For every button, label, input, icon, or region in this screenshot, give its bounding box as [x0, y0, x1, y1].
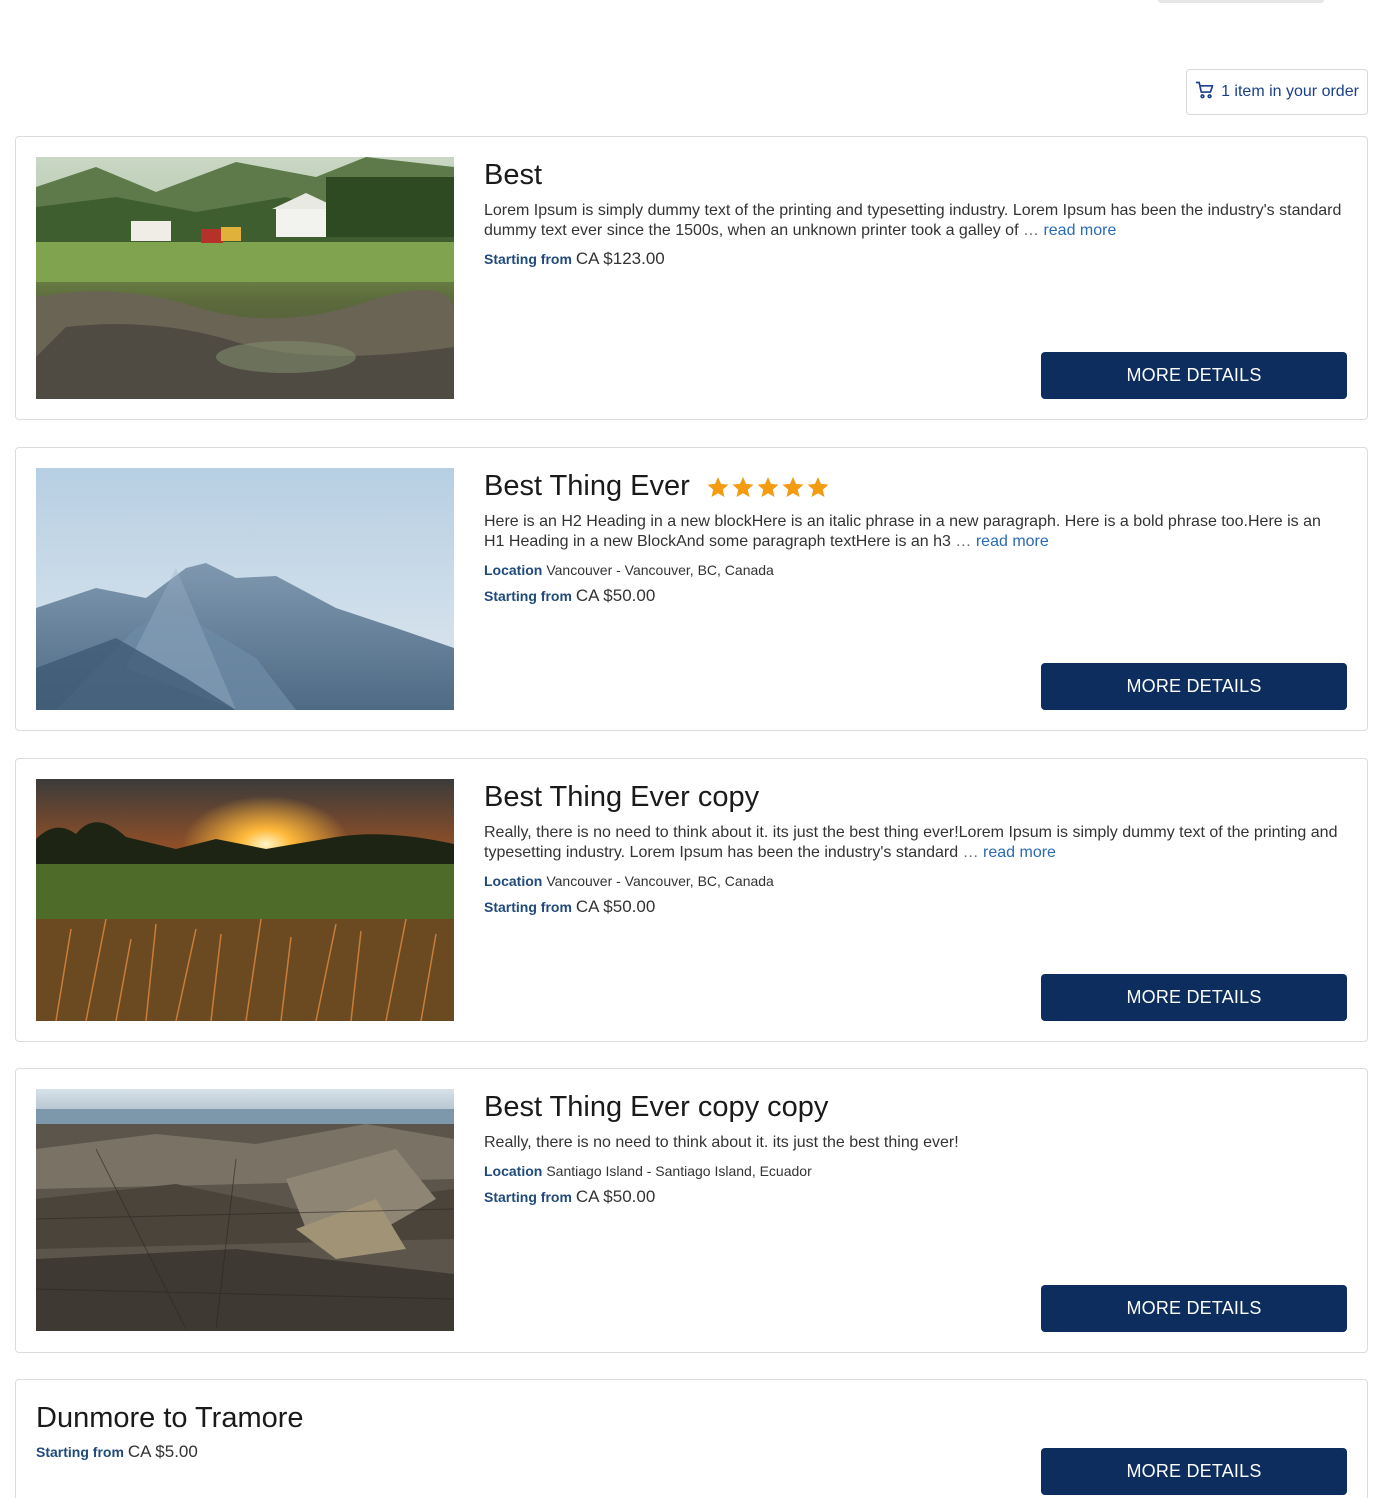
product-card: Best Thing Ever copy Really, there is no… — [15, 758, 1368, 1042]
top-strip — [1158, 0, 1324, 3]
price-row: Starting from CA $123.00 — [484, 249, 665, 268]
misty-mountain-image[interactable] — [36, 468, 454, 710]
price-row: Starting from CA $50.00 — [484, 897, 656, 916]
card-content: Best Thing Ever copy Really, there is no… — [484, 779, 1347, 917]
location-row: Location Santiago Island - Santiago Islan… — [484, 1163, 812, 1179]
product-location: Vancouver - Vancouver, BC, Canada — [546, 873, 774, 889]
cart-icon — [1195, 80, 1215, 105]
product-title[interactable]: Best — [484, 157, 1347, 193]
cart-button[interactable]: 1 item in your order — [1186, 69, 1368, 115]
product-description: Lorem Ipsum is simply dummy text of the … — [484, 202, 1342, 239]
star-icon — [807, 477, 829, 497]
card-content: Best Lorem Ipsum is simply dummy text of… — [484, 157, 1347, 269]
cart-label: 1 item in your order — [1221, 83, 1359, 100]
product-price: CA $5.00 — [127, 1442, 198, 1461]
product-description: Really, there is no need to think about … — [484, 824, 1338, 861]
product-price: CA $50.00 — [575, 897, 656, 916]
more-details-button[interactable]: MORE DETAILS — [1041, 1285, 1347, 1332]
product-title[interactable]: Dunmore to Tramore — [36, 1400, 1347, 1436]
price-row: Starting from CA $50.00 — [484, 586, 656, 605]
rating-stars — [706, 475, 830, 499]
product-location: Santiago Island - Santiago Island, Ecuad… — [546, 1163, 812, 1179]
star-icon — [707, 477, 729, 497]
product-description: Really, there is no need to think about … — [484, 1134, 959, 1151]
meadow-farmhouse-image[interactable] — [36, 157, 454, 399]
star-icon — [757, 477, 779, 497]
product-card: Best Thing Ever Here is an H2 Heading in… — [15, 447, 1368, 731]
more-details-button[interactable]: MORE DETAILS — [1041, 663, 1347, 710]
location-row: Location Vancouver - Vancouver, BC, Canad… — [484, 562, 774, 578]
sunset-field-image[interactable] — [36, 779, 454, 1021]
product-location: Vancouver - Vancouver, BC, Canada — [546, 562, 774, 578]
product-title[interactable]: Best Thing Ever copy copy — [484, 1089, 1347, 1125]
card-content: Best Thing Ever copy copy Really, there … — [484, 1089, 1347, 1207]
product-price: CA $50.00 — [575, 586, 656, 605]
more-details-button[interactable]: MORE DETAILS — [1041, 352, 1347, 399]
more-details-button[interactable]: MORE DETAILS — [1041, 974, 1347, 1021]
star-icon — [782, 477, 804, 497]
product-description: Here is an H2 Heading in a new blockHere… — [484, 513, 1321, 550]
product-card: Dunmore to Tramore Starting from CA $5.00… — [15, 1379, 1368, 1498]
more-details-button[interactable]: MORE DETAILS — [1041, 1448, 1347, 1495]
location-row: Location Vancouver - Vancouver, BC, Canad… — [484, 873, 774, 889]
product-price: CA $123.00 — [575, 249, 665, 268]
read-more-link[interactable]: read more — [976, 533, 1049, 550]
product-card: Best Lorem Ipsum is simply dummy text of… — [15, 136, 1368, 420]
rocky-coast-image[interactable] — [36, 1089, 454, 1331]
card-content: Best Thing Ever Here is an H2 Heading in… — [484, 468, 1347, 606]
product-price: CA $50.00 — [575, 1187, 656, 1206]
star-icon — [732, 477, 754, 497]
read-more-link[interactable]: read more — [983, 844, 1056, 861]
read-more-link[interactable]: read more — [1043, 222, 1116, 239]
price-row: Starting from CA $50.00 — [484, 1187, 656, 1206]
product-card: Best Thing Ever copy copy Really, there … — [15, 1068, 1368, 1353]
product-title[interactable]: Best Thing Ever — [484, 468, 1347, 504]
product-title[interactable]: Best Thing Ever copy — [484, 779, 1347, 815]
